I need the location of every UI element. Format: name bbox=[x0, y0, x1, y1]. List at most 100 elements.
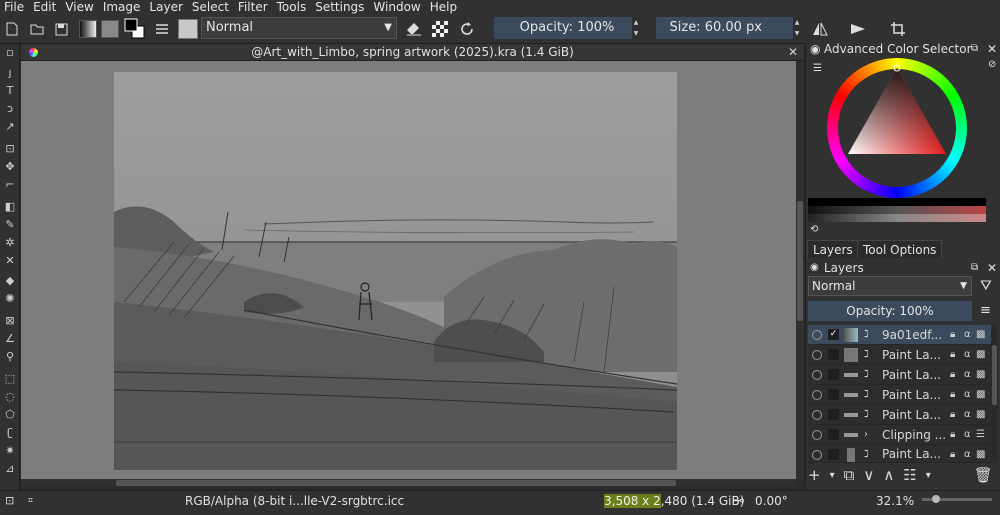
assistant-icon[interactable]: ✕ bbox=[3, 254, 17, 268]
inherit-alpha-icon[interactable]: ▩ bbox=[976, 348, 985, 362]
layer-menu-icon[interactable]: ≡ bbox=[980, 304, 991, 318]
calligraphy-icon[interactable]: ȷ bbox=[3, 66, 17, 80]
color-options-icon[interactable]: ⊘ bbox=[988, 58, 996, 72]
inherit-alpha-icon[interactable]: ▩ bbox=[976, 328, 985, 342]
size-spin-icon[interactable]: ▲ ▼ bbox=[793, 17, 801, 39]
layers-scrollbar[interactable] bbox=[991, 325, 998, 463]
layer-row[interactable]: ℷ Paint La... 🔒︎ α ▩ bbox=[808, 405, 991, 425]
layer-row[interactable]: ✓ ℷ 9a01edf... 🔒︎ α ▩ bbox=[808, 325, 991, 345]
layer-checkbox[interactable] bbox=[828, 449, 839, 460]
visibility-icon[interactable] bbox=[812, 410, 822, 420]
shade-bar[interactable] bbox=[808, 198, 986, 206]
zoom-slider-knob[interactable] bbox=[932, 495, 940, 503]
brush-presets-icon[interactable] bbox=[152, 18, 172, 40]
reference-icon[interactable]: ⚲ bbox=[3, 350, 17, 364]
menu-edit[interactable]: Edit bbox=[33, 0, 56, 14]
menu-window[interactable]: Window bbox=[373, 0, 420, 14]
visibility-icon[interactable] bbox=[812, 330, 822, 340]
menu-view[interactable]: View bbox=[65, 0, 93, 14]
rotation-icon[interactable]: ⊸ bbox=[733, 491, 745, 511]
menu-image[interactable]: Image bbox=[103, 0, 141, 14]
mirror-horizontal-icon[interactable] bbox=[811, 18, 829, 40]
visibility-icon[interactable] bbox=[812, 350, 822, 360]
group-icon[interactable]: ☰ bbox=[976, 428, 985, 442]
fill-icon[interactable]: ◆ bbox=[3, 274, 17, 288]
crop-icon[interactable] bbox=[889, 18, 907, 40]
text-tool-icon[interactable]: T bbox=[3, 84, 17, 98]
layer-row[interactable]: ℷ Paint La... 🔒︎ α ▩ bbox=[808, 385, 991, 405]
close-panel-icon[interactable]: ✕ bbox=[987, 261, 997, 275]
color-triangle[interactable] bbox=[838, 62, 956, 162]
expand-group-icon[interactable]: › bbox=[864, 428, 868, 442]
transform-icon[interactable]: ⊡ bbox=[3, 142, 17, 156]
reload-preset-icon[interactable] bbox=[457, 18, 477, 40]
menu-filter[interactable]: Filter bbox=[238, 0, 268, 14]
close-panel-icon[interactable]: ✕ bbox=[987, 42, 997, 56]
filter-icon[interactable]: ⛛ bbox=[980, 279, 992, 293]
bezier-icon[interactable]: ↄ bbox=[3, 102, 17, 116]
lock-icon[interactable]: 🔒︎ bbox=[950, 368, 955, 382]
fg-bg-color-icon[interactable] bbox=[124, 18, 146, 40]
inherit-alpha-icon[interactable]: ▩ bbox=[976, 408, 985, 422]
smart-patch-icon[interactable]: ✲ bbox=[3, 236, 17, 250]
alpha-lock-icon[interactable]: α bbox=[964, 388, 971, 402]
ellipse-select-icon[interactable]: ◌ bbox=[3, 390, 17, 404]
color-selector-toggle-icon[interactable]: ◉ bbox=[810, 42, 820, 56]
menu-tools[interactable]: Tools bbox=[277, 0, 307, 14]
document-tab[interactable]: @Art_with_Limbo, spring artwork (2025).k… bbox=[21, 44, 804, 61]
canvas-horizontal-scrollbar[interactable] bbox=[21, 479, 796, 487]
magic-wand-icon[interactable]: ✷ bbox=[3, 444, 17, 458]
float-panel-icon[interactable]: ⧉ bbox=[971, 42, 978, 56]
add-layer-icon[interactable]: + bbox=[808, 466, 821, 484]
similar-select-icon[interactable]: ⊿ bbox=[3, 462, 17, 476]
shade-bar[interactable] bbox=[808, 206, 986, 214]
layer-row[interactable]: ℷ Paint La... 🔒︎ α ▩ bbox=[808, 445, 991, 463]
inherit-alpha-icon[interactable]: ▩ bbox=[976, 448, 985, 462]
layer-checkbox[interactable] bbox=[828, 369, 839, 380]
color-picker-icon[interactable]: ✎ bbox=[3, 218, 17, 232]
layer-checkbox[interactable] bbox=[828, 389, 839, 400]
tab-tool-options[interactable]: Tool Options bbox=[857, 240, 943, 258]
move-icon[interactable]: ✥ bbox=[3, 160, 17, 174]
blend-mode-select[interactable]: Normal ▼ bbox=[201, 17, 397, 39]
tab-layers[interactable]: Layers bbox=[807, 240, 859, 258]
gradient-icon[interactable]: ◧ bbox=[3, 200, 17, 214]
layer-checkbox[interactable] bbox=[828, 409, 839, 420]
alpha-lock-icon[interactable]: α bbox=[964, 348, 971, 362]
duplicate-layer-icon[interactable]: ⧉ bbox=[844, 466, 855, 484]
new-document-icon[interactable] bbox=[4, 18, 20, 40]
inherit-alpha-icon[interactable]: ▩ bbox=[976, 368, 985, 382]
size-slider[interactable]: Size: 60.00 px bbox=[656, 17, 800, 39]
move-layer-up-icon[interactable]: ∧ bbox=[883, 466, 894, 484]
scrollbar-thumb[interactable] bbox=[116, 480, 676, 486]
layer-opacity-slider[interactable]: Opacity: 100% bbox=[808, 301, 972, 321]
visibility-icon[interactable] bbox=[812, 450, 822, 460]
close-icon[interactable]: ✕ bbox=[788, 44, 798, 61]
lock-icon[interactable]: 🔒︎ bbox=[950, 428, 955, 442]
measure-icon[interactable]: ⊠ bbox=[3, 314, 17, 328]
delete-layer-icon[interactable]: 🗑︎ bbox=[974, 466, 993, 484]
open-document-icon[interactable] bbox=[28, 18, 46, 40]
menu-layer[interactable]: Layer bbox=[149, 0, 182, 14]
color-settings-icon[interactable]: ☰ bbox=[813, 62, 822, 76]
alpha-lock-icon[interactable]: α bbox=[964, 368, 971, 382]
menu-file[interactable]: File bbox=[4, 0, 24, 14]
selection-mode-icon[interactable]: ⊡ bbox=[5, 491, 14, 511]
artwork-canvas[interactable] bbox=[114, 72, 677, 470]
alpha-lock-icon[interactable]: α bbox=[964, 328, 971, 342]
scrollbar-thumb[interactable] bbox=[992, 345, 997, 405]
layer-properties-icon[interactable]: ☷ bbox=[903, 466, 916, 484]
visibility-icon[interactable] bbox=[812, 370, 822, 380]
menu-select[interactable]: Select bbox=[192, 0, 229, 14]
opacity-spin-icon[interactable]: ▲ ▼ bbox=[632, 17, 640, 39]
freehand-path-icon[interactable]: ↗ bbox=[3, 120, 17, 134]
alpha-lock-icon[interactable]: α bbox=[964, 448, 971, 462]
lock-icon[interactable]: 🔒︎ bbox=[950, 348, 955, 362]
layer-row[interactable]: ℷ Paint La... 🔒︎ α ▩ bbox=[808, 365, 991, 385]
crop-tool-icon[interactable]: ⌐ bbox=[3, 178, 17, 192]
angle-icon[interactable]: ∠ bbox=[3, 332, 17, 346]
scrollbar-thumb[interactable] bbox=[797, 201, 803, 321]
menu-help[interactable]: Help bbox=[430, 0, 457, 14]
layer-row[interactable]: › Clipping ... 🔒︎ α ☰ bbox=[808, 425, 991, 445]
freehand-select-icon[interactable]: ʗ bbox=[3, 426, 17, 440]
